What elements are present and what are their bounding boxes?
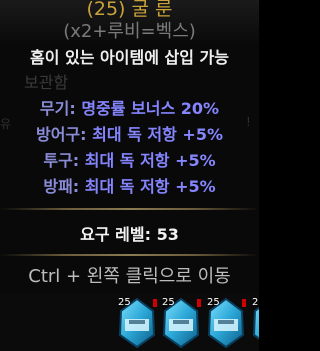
item-description: 홈이 있는 아이템에 삽입 가능 [30,48,229,67]
mod-slot-label: 무기: [39,99,76,118]
stack-count: 25 [162,297,175,308]
mod-slot-label: 방패: [43,177,80,196]
mod-armor: 방어구: 최대 독 저항 +5% [0,122,259,148]
background-storage-label: 보관함 [24,73,69,92]
mod-shield: 방패: 최대 독 저항 +5% [0,174,259,200]
move-hint: Ctrl + 왼쪽 클릭으로 이동 [28,266,231,287]
item-subtitle: (x2+루비=벡스) [63,21,196,42]
rune-slot[interactable]: 25 [205,297,247,349]
stack-count: 25 [118,297,131,308]
mod-text: 최대 독 저항 +5% [84,151,216,170]
mod-text: 최대 독 저항 +5% [92,125,224,144]
inventory-row: 25 25 25 2 [0,293,259,351]
mod-weapon: 무기: 명중률 보너스 20% [0,96,259,122]
required-level: 요구 레벨: 53 [80,225,179,244]
divider [0,208,259,210]
stack-count: 25 [207,297,220,308]
item-tooltip: (25) 굴 룬 (x2+루비=벡스) 홈이 있는 아이템에 삽입 가능 보관함… [0,0,259,351]
mod-text: 명중률 보너스 20% [81,99,220,118]
tooltip-header: (25) 굴 룬 (x2+루비=벡스) [0,0,259,44]
mod-text: 최대 독 저항 +5% [84,177,216,196]
rune-slot[interactable]: 25 [250,297,259,349]
divider [0,254,259,256]
rune-slot[interactable]: 25 [160,297,202,349]
mod-slot-label: 방어구: [35,125,87,144]
rune-slot[interactable]: 25 [116,297,158,349]
stack-count: 25 [252,297,259,308]
mod-slot-label: 투구: [43,151,80,170]
item-mods: 무기: 명중률 보너스 20% 방어구: 최대 독 저항 +5% 투구: 최대 … [0,96,259,200]
mod-helm: 투구: 최대 독 저항 +5% [0,148,259,174]
